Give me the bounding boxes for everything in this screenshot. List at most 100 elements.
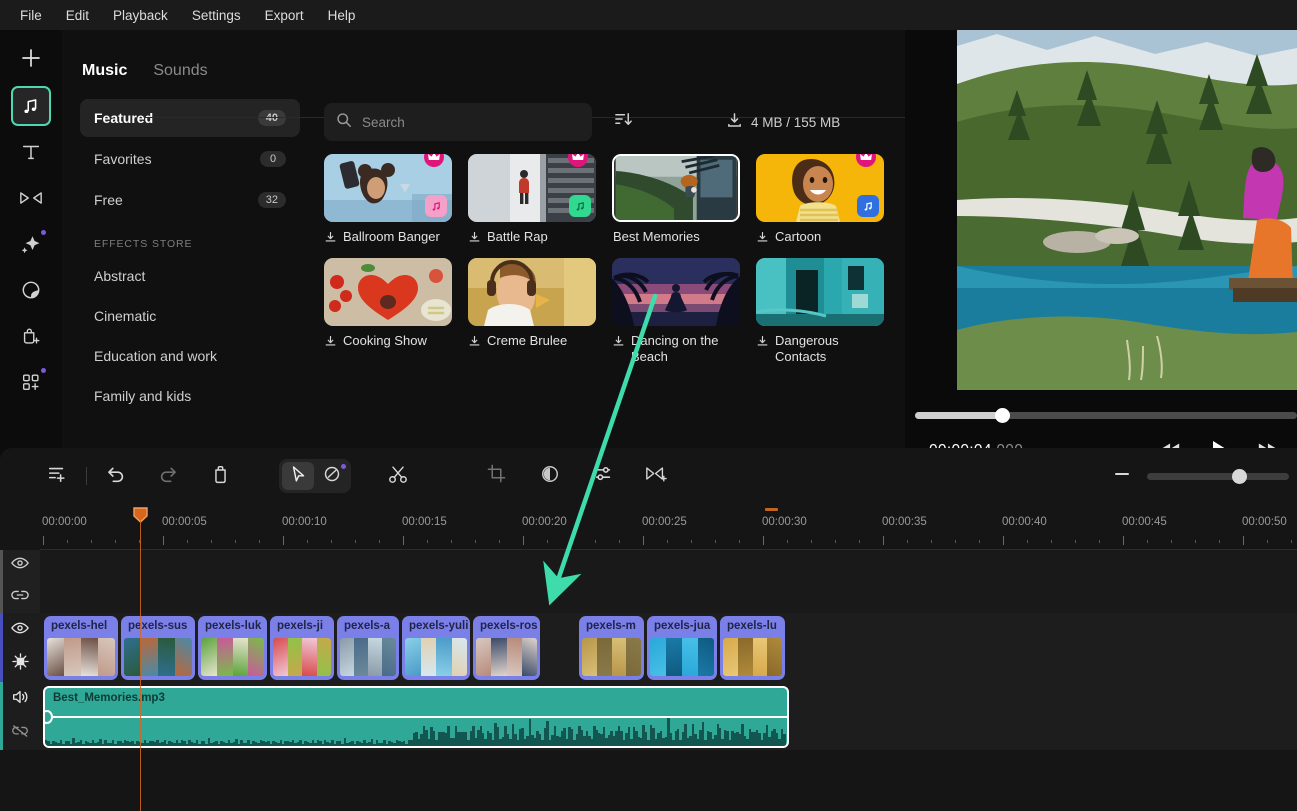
download-icon[interactable]	[324, 335, 337, 352]
video-clip[interactable]: pexels-yuli	[402, 616, 470, 680]
video-clip[interactable]: pexels-luk	[198, 616, 267, 680]
search-input[interactable]	[362, 114, 572, 130]
music-card-selected[interactable]: Best Memories	[612, 154, 756, 248]
tab-sounds[interactable]: Sounds	[153, 62, 207, 86]
volume-line[interactable]	[45, 716, 787, 718]
track-header-overlay[interactable]	[0, 550, 40, 613]
sidebar-item-filters[interactable]	[11, 270, 51, 310]
music-card[interactable]: Cooking Show	[324, 257, 468, 365]
tab-music[interactable]: Music	[82, 62, 127, 86]
download-icon[interactable]	[756, 335, 769, 352]
music-card[interactable]: Cartoon	[756, 154, 900, 248]
card-thumbnail[interactable]	[756, 257, 884, 326]
video-clip[interactable]: pexels-hel	[44, 616, 118, 680]
download-icon[interactable]	[468, 335, 481, 352]
scissors-icon	[388, 464, 408, 489]
sidebar-item-templates[interactable]	[11, 362, 51, 402]
video-clip[interactable]: pexels-sus	[121, 616, 195, 680]
ruler-tick-minor	[1147, 540, 1148, 543]
audio-clip[interactable]: Best_Memories.mp3	[43, 686, 789, 748]
store-item-abstract[interactable]: Abstract	[80, 256, 300, 296]
menu-item-export[interactable]: Export	[253, 4, 316, 27]
crop-tool[interactable]	[316, 462, 348, 490]
link-off-icon[interactable]	[11, 723, 29, 744]
track-header-audio[interactable]	[0, 682, 40, 750]
eye-icon[interactable]	[11, 556, 29, 575]
store-item-family[interactable]: Family and kids	[80, 376, 300, 416]
ruler-tick-major	[523, 536, 524, 545]
card-thumbnail[interactable]	[468, 257, 596, 326]
category-free[interactable]: Free 32	[80, 181, 300, 219]
ruler-tick-minor	[811, 540, 812, 543]
link-icon[interactable]	[11, 588, 29, 607]
menu-item-edit[interactable]: Edit	[54, 4, 101, 27]
mask-button[interactable]	[641, 461, 671, 491]
video-clip[interactable]: pexels-ji	[270, 616, 334, 680]
split-button[interactable]	[383, 461, 413, 491]
card-thumbnail[interactable]	[324, 257, 452, 326]
menu-item-help[interactable]: Help	[316, 4, 368, 27]
music-card[interactable]: Ballroom Banger	[324, 154, 468, 248]
preview-scrubber[interactable]	[915, 408, 1297, 423]
undo-button[interactable]	[101, 461, 131, 491]
menu-item-playback[interactable]: Playback	[101, 4, 180, 27]
download-icon[interactable]	[324, 231, 337, 248]
card-thumbnail[interactable]	[756, 154, 884, 222]
menu-item-settings[interactable]: Settings	[180, 4, 253, 27]
sidebar-item-media-audio[interactable]	[11, 86, 51, 126]
eye-icon[interactable]	[11, 621, 29, 640]
category-favorites[interactable]: Favorites 0	[80, 140, 300, 178]
card-thumbnail[interactable]	[468, 154, 596, 222]
timeline-ruler[interactable]: 00:00:00 00:00:05 00:00:10 00:00:15 00:0…	[0, 504, 1297, 550]
card-thumbnail[interactable]	[324, 154, 452, 222]
video-clip[interactable]: pexels-m	[579, 616, 644, 680]
download-icon[interactable]	[756, 231, 769, 248]
store-item-education[interactable]: Education and work	[80, 336, 300, 376]
ruler-label: 00:00:45	[1122, 516, 1167, 528]
music-card[interactable]: Dancing on the Beach	[612, 257, 756, 365]
menu-item-file[interactable]: File	[8, 4, 54, 27]
store-item-cinematic[interactable]: Cinematic	[80, 296, 300, 336]
sidebar-item-text[interactable]	[11, 132, 51, 172]
sidebar-item-effects[interactable]	[11, 224, 51, 264]
track-overlay[interactable]	[40, 550, 1297, 613]
music-card[interactable]: Battle Rap	[468, 154, 612, 248]
ruler-marker[interactable]	[765, 508, 778, 511]
adjust-button[interactable]	[589, 461, 619, 491]
music-card[interactable]: Dangerous Contacts	[756, 257, 900, 365]
zoom-out-button[interactable]	[1113, 465, 1131, 488]
clip-label: pexels-hel	[51, 620, 108, 632]
select-tool[interactable]	[282, 462, 314, 490]
delete-button[interactable]	[205, 461, 235, 491]
contrast-button[interactable]	[535, 461, 565, 491]
crop-button[interactable]	[481, 461, 511, 491]
scrubber-handle[interactable]	[995, 408, 1010, 423]
search-box[interactable]	[324, 103, 592, 141]
video-clip[interactable]: pexels-ros	[473, 616, 540, 680]
track-header-video[interactable]	[0, 613, 40, 682]
category-featured[interactable]: Featured 40	[80, 99, 300, 137]
zoom-slider[interactable]	[1147, 468, 1289, 484]
video-preview[interactable]	[957, 30, 1297, 390]
download-icon[interactable]	[612, 335, 625, 352]
video-clip[interactable]: pexels-jua	[647, 616, 717, 680]
sidebar-item-transitions[interactable]	[11, 178, 51, 218]
add-track-button[interactable]	[42, 461, 72, 491]
ruler-tick-minor	[427, 540, 428, 543]
ruler-tick-minor	[1027, 540, 1028, 543]
card-thumbnail[interactable]	[612, 257, 740, 326]
snap-icon[interactable]	[11, 652, 29, 675]
ruler-tick-minor	[187, 540, 188, 543]
video-clip[interactable]: pexels-a	[337, 616, 399, 680]
sidebar-item-stickers[interactable]	[11, 316, 51, 356]
add-media-button[interactable]	[11, 38, 51, 78]
speaker-icon[interactable]	[11, 689, 29, 710]
music-card[interactable]: Creme Brulee	[468, 257, 612, 365]
sort-button[interactable]	[610, 109, 636, 135]
card-thumbnail[interactable]	[612, 154, 740, 222]
zoom-slider-handle[interactable]	[1232, 468, 1247, 484]
download-icon[interactable]	[468, 231, 481, 248]
redo-button[interactable]	[153, 461, 183, 491]
video-clip[interactable]: pexels-lu	[720, 616, 785, 680]
thumbnail-art-headphones	[468, 257, 596, 326]
